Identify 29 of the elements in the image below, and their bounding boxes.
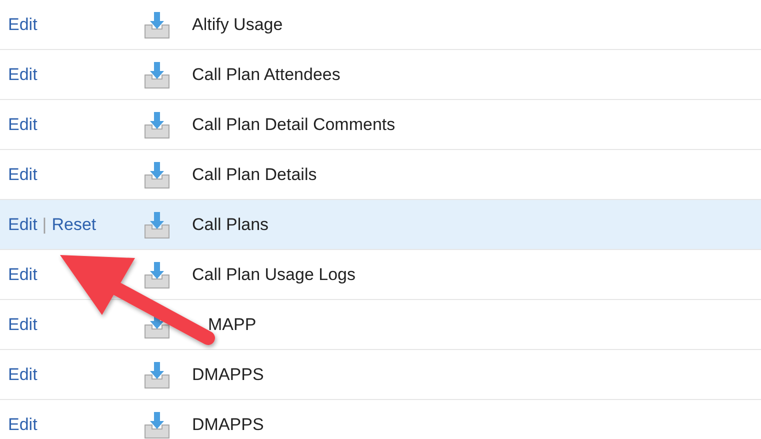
separator: | <box>42 214 47 236</box>
object-name: MAPP <box>208 314 256 336</box>
action-link[interactable]: Edit <box>8 412 38 438</box>
download-tray-icon <box>144 260 170 288</box>
download-tray-icon <box>144 360 170 388</box>
table-row[interactable]: Edit | Reset Call Plans <box>0 200 761 250</box>
action-link[interactable]: Edit <box>8 262 38 288</box>
action-link[interactable]: Edit <box>8 12 38 38</box>
action-link[interactable]: Edit <box>8 62 38 88</box>
action-link[interactable]: Reset <box>52 212 96 238</box>
object-name: Call Plan Usage Logs <box>192 264 356 286</box>
action-link[interactable]: Edit <box>8 162 38 188</box>
object-name: Call Plan Detail Comments <box>192 114 396 136</box>
download-tray-icon <box>144 110 170 138</box>
action-link[interactable]: Edit <box>8 312 38 338</box>
action-link[interactable]: Edit <box>8 112 38 138</box>
object-name: Call Plans <box>192 214 269 236</box>
download-tray-icon <box>144 210 170 238</box>
download-tray-icon <box>144 60 170 88</box>
action-link[interactable]: Edit <box>8 362 38 388</box>
object-name: Call Plan Attendees <box>192 64 340 86</box>
object-name: Call Plan Details <box>192 164 317 186</box>
object-name: Altify Usage <box>192 14 283 36</box>
download-tray-icon <box>144 160 170 188</box>
action-link[interactable]: Edit <box>8 212 38 238</box>
object-name: DMAPPS <box>192 414 264 436</box>
download-tray-icon <box>144 410 170 438</box>
object-name: DMAPPS <box>192 364 264 386</box>
download-tray-icon <box>144 10 170 38</box>
